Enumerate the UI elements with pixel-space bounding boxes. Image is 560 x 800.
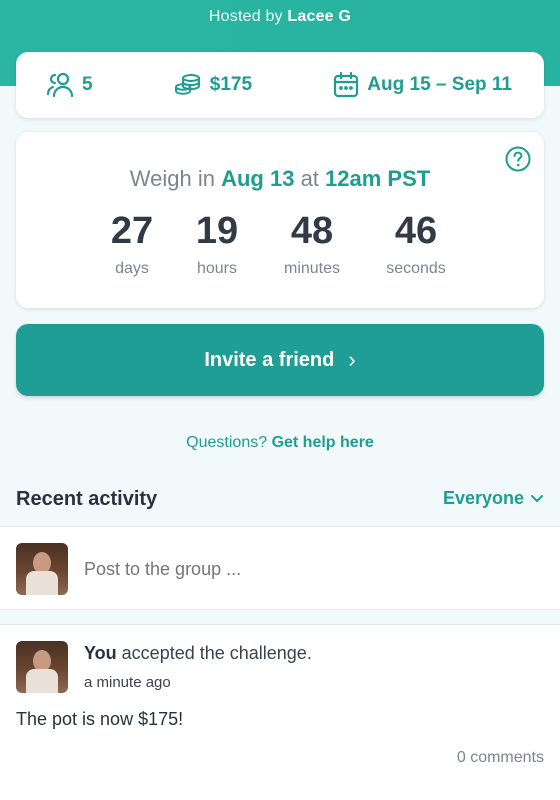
recent-activity-heading: Recent activity [16,488,158,510]
participants-count: 5 [82,74,93,95]
seconds-label: seconds [386,260,446,277]
seconds-value: 46 [394,210,438,252]
avatar-body [26,571,58,595]
users-icon [46,72,74,98]
weigh-at: at [294,166,326,191]
chevron-down-icon [531,494,543,502]
weigh-time: 12am PST [325,166,431,191]
avatar-body [26,669,58,693]
post-composer [0,526,560,610]
help-prefix: Questions? [186,434,272,451]
post-to-group-input[interactable] [84,559,524,580]
weigh-in-text: Weigh in Aug 13 at 12am PST [16,166,544,192]
minutes-label: minutes [283,260,341,277]
dates-stat[interactable]: Aug 15 – Sep 11 [333,72,512,98]
participants-stat[interactable]: 5 [46,72,93,98]
comments-link[interactable]: 0 comments [457,749,544,767]
invite-label: Invite a friend [204,348,335,371]
filter-label: Everyone [442,488,524,508]
activity-feed-item: You accepted the challenge. a minute ago… [0,624,560,800]
countdown-units: 27 days 19 hours 48 minutes 46 seconds [16,210,544,290]
host-prefix: Hosted by [208,8,288,25]
get-help-link[interactable]: Get help here [272,434,374,451]
minutes-value: 48 [290,210,334,252]
hours-value: 19 [195,210,239,252]
feed-headline: You accepted the challenge. [84,643,312,664]
feed-actor[interactable]: You [84,643,117,663]
feed-timestamp: a minute ago [84,674,171,691]
chevron-right-icon: › [348,347,356,372]
invite-friend-button[interactable]: Invite a friend › [16,324,544,396]
avatar[interactable] [16,641,68,693]
countdown-hours: 19 hours [167,210,267,278]
activity-filter-dropdown[interactable]: Everyone [443,488,544,509]
calendar-icon [334,72,359,98]
host-name[interactable]: Lacee G [287,8,351,25]
countdown-minutes: 48 minutes [262,210,362,278]
hours-label: hours [196,260,238,277]
coins-icon [174,74,200,95]
help-line: Questions? Get help here [0,434,560,452]
weigh-in-countdown-card: Weigh in Aug 13 at 12am PST 27 days 19 h… [16,132,544,308]
host-line: Hosted by Lacee G [0,8,560,26]
avatar [16,543,68,595]
countdown-seconds: 46 seconds [366,210,466,278]
feed-action: accepted the challenge. [116,643,312,663]
challenge-dates: Aug 15 – Sep 11 [367,74,512,95]
weigh-date: Aug 13 [221,166,295,191]
weigh-prefix: Weigh in [129,166,222,191]
pot-stat[interactable]: $175 [174,73,252,97]
pot-amount: $175 [209,74,253,95]
feed-body-text: The pot is now $175! [16,709,184,729]
challenge-stats-card: 5 $175 Aug 15 – Sep 11 [16,52,544,118]
